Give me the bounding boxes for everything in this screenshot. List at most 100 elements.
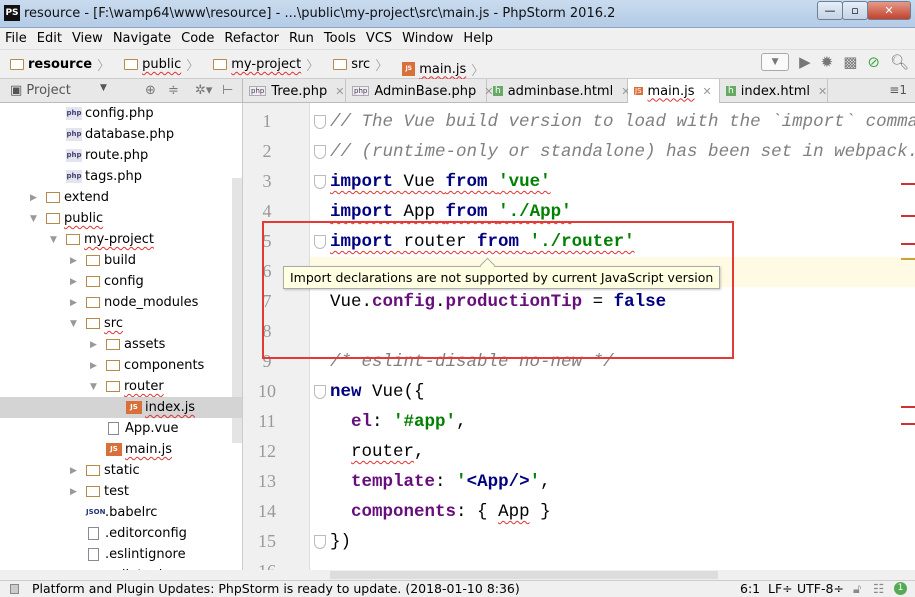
collapse-all-icon[interactable]: ≑ (168, 83, 179, 98)
menu-view[interactable]: View (67, 28, 108, 46)
menu-help[interactable]: Help (458, 28, 498, 46)
project-view-selector[interactable]: ▣ Project ▼ ⊕ ≑ ✲▾ ⊢ (0, 79, 243, 103)
tree-item[interactable]: JS index.js (0, 397, 242, 418)
menu-window[interactable]: Window (397, 28, 458, 46)
folder-icon (86, 276, 100, 287)
menu-tools[interactable]: Tools (319, 28, 361, 46)
menu-vcs[interactable]: VCS (361, 28, 397, 46)
chevron-right-icon[interactable]: ▶ (70, 466, 86, 476)
chevron-right-icon[interactable]: ▶ (70, 256, 86, 266)
tree-item[interactable]: ▶ assets (0, 334, 242, 355)
tree-item[interactable]: .eslintignore (0, 544, 242, 565)
fold-marker-icon[interactable] (314, 175, 326, 189)
tree-item[interactable]: ▼ public (0, 208, 242, 229)
menu-file[interactable]: File (0, 28, 32, 46)
menu-code[interactable]: Code (176, 28, 219, 46)
tree-item[interactable]: php route.php (0, 145, 242, 166)
tree-item[interactable]: php config.php (0, 103, 242, 124)
chevron-right-icon[interactable]: ▶ (70, 298, 86, 308)
status-message[interactable]: Platform and Plugin Updates: PhpStorm is… (32, 581, 520, 597)
tab-main-js[interactable]: JS main.js ✕ (628, 79, 720, 103)
chevron-down-icon[interactable]: ▼ (50, 235, 66, 245)
menu-navigate[interactable]: Navigate (108, 28, 176, 46)
tree-item-label: node_modules (104, 295, 199, 310)
run-icon[interactable]: ▶ (799, 53, 811, 71)
maximize-button[interactable]: ▫ (842, 1, 868, 20)
tab-index-html[interactable]: h index.html ✕ (720, 79, 828, 103)
encoding[interactable]: UTF-8÷ (797, 581, 844, 597)
error-stripe-mark[interactable] (901, 243, 915, 245)
coverage-icon[interactable]: ▩ (843, 53, 857, 71)
menu-edit[interactable]: Edit (32, 28, 67, 46)
tree-item[interactable]: .editorconfig (0, 523, 242, 544)
tree-item[interactable]: ▶ node_modules (0, 292, 242, 313)
close-tab-icon[interactable]: ✕ (703, 85, 712, 98)
chevron-right-icon[interactable]: ▶ (90, 361, 106, 371)
menu-run[interactable]: Run (284, 28, 319, 46)
tab-label: adminbase.html (507, 83, 614, 99)
tree-item[interactable]: ▼ router (0, 376, 242, 397)
tree-item[interactable]: ▶ test (0, 481, 242, 502)
notifications-badge[interactable]: 1 (894, 582, 907, 595)
close-tab-icon[interactable]: ✕ (818, 85, 827, 98)
search-icon[interactable]: 🔍︎ (890, 53, 909, 71)
minimize-button[interactable]: — (817, 1, 843, 20)
tree-item[interactable]: ▼ src (0, 313, 242, 334)
tree-item[interactable]: JSON .babelrc (0, 502, 242, 523)
line-separator[interactable]: LF÷ (768, 581, 793, 597)
error-stripe-mark[interactable] (901, 215, 915, 217)
chevron-right-icon[interactable]: ▶ (70, 487, 86, 497)
tab-overflow-menu[interactable]: ≡1 (889, 83, 907, 97)
tab-tree-php[interactable]: php Tree.php ✕ (243, 79, 346, 103)
tree-item[interactable]: php database.php (0, 124, 242, 145)
error-stripe-mark[interactable] (901, 423, 915, 425)
stop-listening-icon[interactable]: ⊘ (867, 53, 880, 71)
chevron-right-icon[interactable]: ▶ (30, 193, 46, 203)
warning-stripe-mark[interactable] (901, 258, 915, 260)
line-number: 11 (258, 411, 276, 431)
run-config-dropdown[interactable]: ▼ (761, 53, 790, 71)
chevron-right-icon[interactable]: ▶ (70, 277, 86, 287)
horizontal-scrollbar[interactable] (330, 571, 718, 579)
chevron-down-icon[interactable]: ▼ (30, 214, 46, 224)
menu-refactor[interactable]: Refactor (219, 28, 284, 46)
debug-icon[interactable]: ✹ (821, 53, 834, 71)
breadcrumb-src[interactable]: src 〉 (323, 50, 392, 79)
fold-marker-icon[interactable] (314, 115, 326, 129)
tool-window-toggle-icon[interactable] (10, 584, 19, 594)
breadcrumb-public[interactable]: public 〉 (114, 50, 203, 79)
close-tab-icon[interactable]: ✕ (335, 85, 344, 98)
tree-item[interactable]: ▶ config (0, 271, 242, 292)
tree-item[interactable]: .eslintrc.js (0, 565, 242, 570)
tab-adminbase-php[interactable]: php AdminBase.php ✕ (346, 79, 494, 103)
tree-item[interactable]: JS main.js (0, 439, 242, 460)
close-button[interactable]: ✕ (867, 1, 911, 20)
tree-item[interactable]: ▶ extend (0, 187, 242, 208)
breadcrumb-resource[interactable]: resource 〉 (0, 50, 114, 79)
fold-marker-icon[interactable] (314, 385, 326, 399)
code-line: router, (330, 437, 425, 467)
error-stripe-mark[interactable] (901, 183, 915, 185)
scroll-from-source-icon[interactable]: ⊕ (145, 83, 156, 98)
error-stripe-mark[interactable] (901, 406, 915, 408)
tree-item[interactable]: App.vue (0, 418, 242, 439)
chevron-right-icon[interactable]: ▶ (90, 340, 106, 350)
tree-item[interactable]: ▶ components (0, 355, 242, 376)
gear-icon[interactable]: ✲▾ (195, 83, 212, 98)
inspector-icon[interactable]: ☷ (873, 581, 884, 597)
caret-position[interactable]: 6:1 (740, 581, 760, 597)
fold-marker-icon[interactable] (314, 145, 326, 159)
breadcrumb-my-project[interactable]: my-project 〉 (203, 50, 323, 79)
tree-item[interactable]: ▶ build (0, 250, 242, 271)
hide-icon[interactable]: ⊢ (222, 83, 233, 98)
tree-item[interactable]: php tags.php (0, 166, 242, 187)
crumb-label: public (142, 57, 182, 72)
tab-adminbase-html[interactable]: h adminbase.html ✕ (487, 79, 630, 103)
chevron-down-icon[interactable]: ▼ (70, 319, 86, 329)
fold-marker-icon[interactable] (314, 535, 326, 549)
chevron-down-icon[interactable]: ▼ (90, 382, 106, 392)
tree-item[interactable]: ▼ my-project (0, 229, 242, 250)
lock-icon[interactable]: 🔓︎ (853, 581, 861, 597)
tree-item[interactable]: ▶ static (0, 460, 242, 481)
